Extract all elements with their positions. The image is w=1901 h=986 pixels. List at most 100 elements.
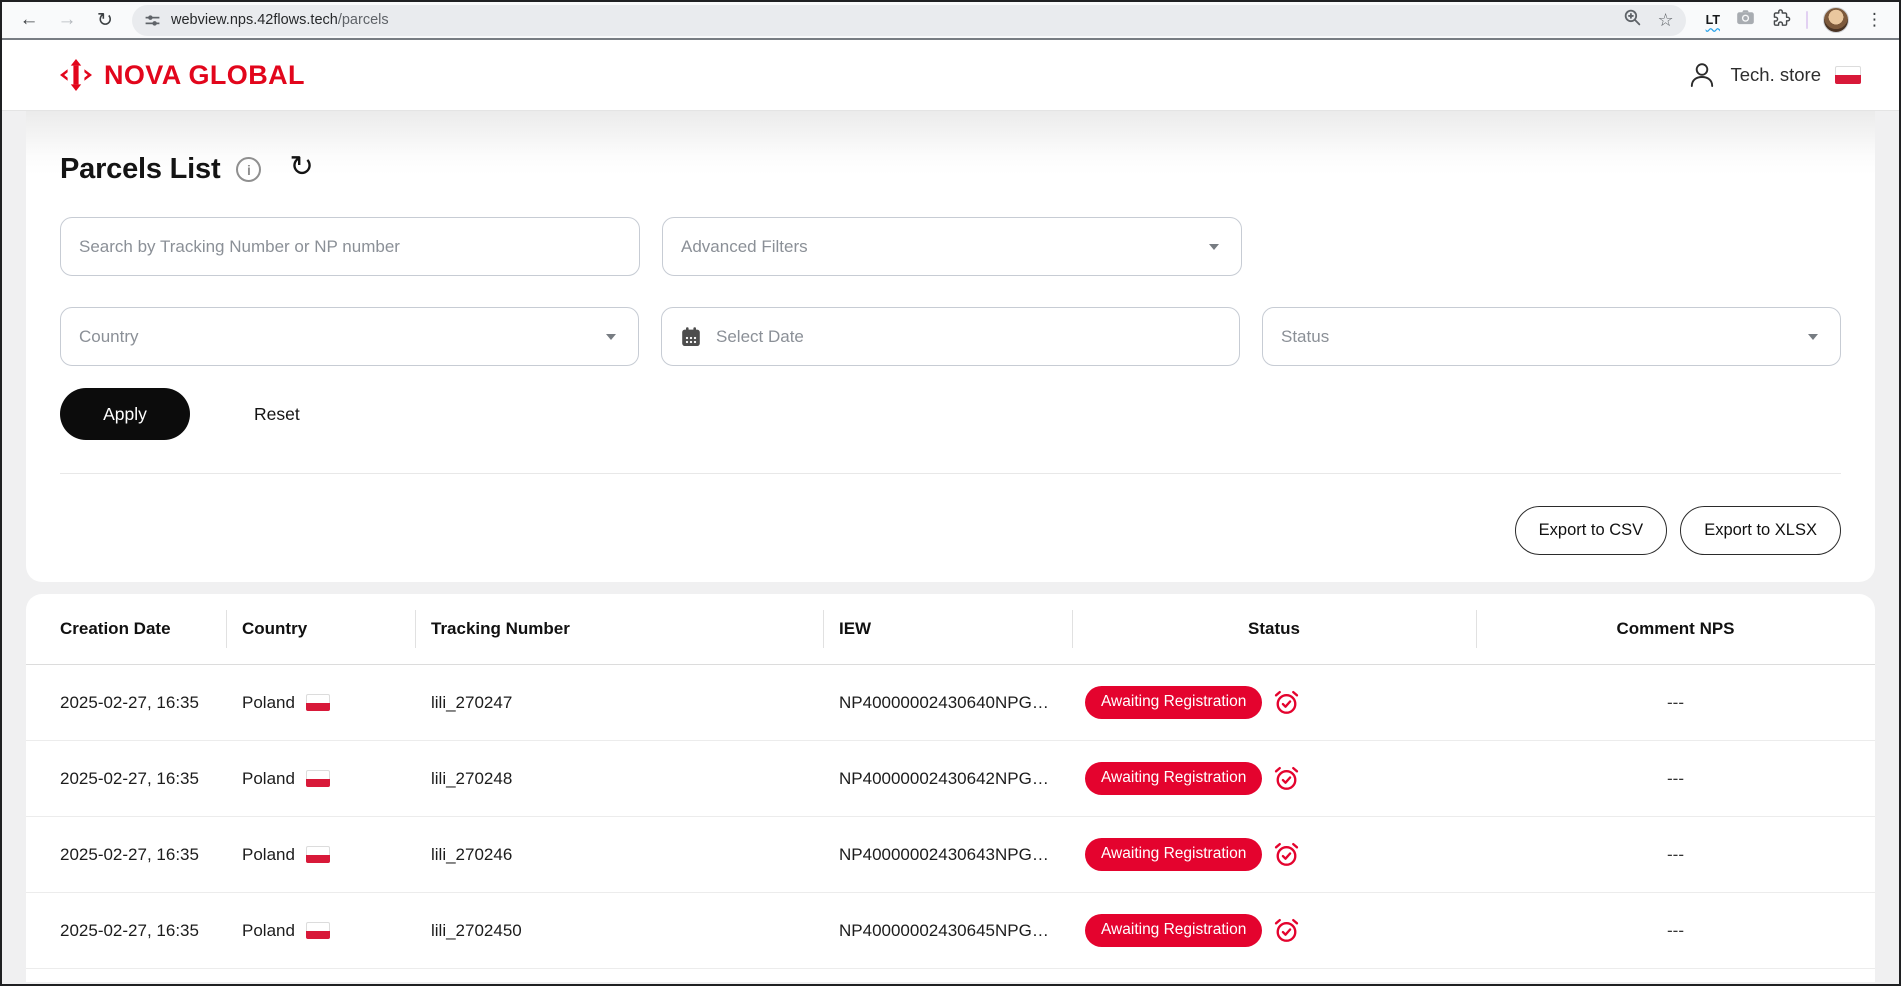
languagetool-extension-icon[interactable]: LT — [1706, 13, 1720, 27]
advanced-filters-label: Advanced Filters — [681, 237, 1209, 257]
comment-nps-cell: --- — [1476, 769, 1875, 789]
divider — [60, 473, 1841, 474]
poland-flag-icon — [306, 694, 330, 711]
search-field[interactable] — [60, 217, 640, 276]
table-row[interactable]: 2025-02-27, 16:35 Poland lili_270247 NP4… — [26, 665, 1875, 741]
country-cell: Poland — [226, 845, 415, 865]
browser-window: ← → ↻ webview.nps.42flows.tech/parcels ☆ — [0, 0, 1901, 986]
col-comment-nps: Comment NPS — [1476, 594, 1875, 664]
iew-cell: NP40000002430643NPG… — [823, 845, 1072, 865]
brand-logo[interactable]: NOVA GLOBAL — [58, 58, 305, 92]
url-text[interactable]: webview.nps.42flows.tech/parcels — [171, 12, 1613, 28]
apply-button[interactable]: Apply — [60, 388, 190, 440]
table-row[interactable]: 2025-02-27, 16:35 Poland lili_2702450 NP… — [26, 893, 1875, 969]
chevron-down-icon — [1209, 244, 1219, 250]
country-cell: Poland — [226, 769, 415, 789]
col-country: Country — [226, 594, 415, 664]
extensions-cluster: LT ⋮ — [1696, 7, 1889, 33]
reset-button[interactable]: Reset — [254, 404, 300, 425]
comment-nps-cell: --- — [1476, 693, 1875, 713]
zoom-icon[interactable] — [1623, 8, 1642, 32]
alarm-check-icon[interactable] — [1273, 841, 1300, 868]
account-name: Tech. store — [1731, 64, 1822, 86]
alarm-check-icon[interactable] — [1273, 917, 1300, 944]
tracking-number-cell: lili_2702450 — [415, 921, 823, 941]
chevron-down-icon — [606, 334, 616, 340]
calendar-icon — [680, 326, 702, 348]
creation-date-cell: 2025-02-27, 16:35 — [26, 769, 226, 789]
status-badge: Awaiting Registration — [1085, 686, 1262, 719]
user-icon — [1687, 60, 1717, 90]
tracking-number-cell: lili_270246 — [415, 845, 823, 865]
browser-toolbar: ← → ↻ webview.nps.42flows.tech/parcels ☆ — [2, 2, 1899, 40]
profile-avatar[interactable] — [1823, 7, 1849, 33]
poland-flag-icon[interactable] — [1835, 66, 1861, 84]
creation-date-cell: 2025-02-27, 16:35 — [26, 693, 226, 713]
bookmark-star-icon[interactable]: ☆ — [1658, 11, 1674, 29]
comment-nps-cell: --- — [1476, 921, 1875, 941]
country-cell: Poland — [226, 693, 415, 713]
account-area[interactable]: Tech. store — [1687, 60, 1862, 90]
date-picker-field[interactable]: Select Date — [661, 307, 1240, 366]
iew-cell: NP40000002430645NPG… — [823, 921, 1072, 941]
extensions-puzzle-icon[interactable] — [1771, 8, 1791, 33]
col-iew: IEW — [823, 594, 1072, 664]
status-label: Status — [1281, 327, 1808, 347]
status-cell: Awaiting Registration — [1072, 686, 1476, 719]
iew-cell: NP40000002430642NPG… — [823, 769, 1072, 789]
export-row: Export to CSV Export to XLSX — [60, 506, 1841, 555]
col-creation-date: Creation Date — [26, 594, 226, 664]
refresh-icon[interactable]: ↻ — [289, 153, 313, 182]
col-tracking-number: Tracking Number — [415, 594, 823, 664]
country-name: Poland — [242, 693, 295, 713]
table-row[interactable]: 2025-02-27, 16:35 Poland lili_270248 NP4… — [26, 741, 1875, 817]
tracking-number-cell: lili_270248 — [415, 769, 823, 789]
poland-flag-icon — [306, 846, 330, 863]
title-row: Parcels List i ↻ — [60, 153, 1841, 186]
site-settings-icon[interactable] — [144, 12, 161, 29]
date-label: Select Date — [716, 327, 1221, 347]
export-xlsx-button[interactable]: Export to XLSX — [1680, 506, 1841, 555]
col-status: Status — [1072, 594, 1476, 664]
status-cell: Awaiting Registration — [1072, 914, 1476, 947]
nova-global-logo-icon — [58, 58, 94, 92]
info-icon[interactable]: i — [236, 157, 261, 182]
poland-flag-icon — [306, 770, 330, 787]
alarm-check-icon[interactable] — [1273, 765, 1300, 792]
country-cell: Poland — [226, 921, 415, 941]
advanced-filters-select[interactable]: Advanced Filters — [662, 217, 1242, 276]
browser-menu-icon[interactable]: ⋮ — [1864, 10, 1885, 30]
filter-row-2: Country — [60, 307, 1841, 366]
chevron-down-icon — [1808, 334, 1818, 340]
alarm-check-icon[interactable] — [1273, 689, 1300, 716]
app-header: NOVA GLOBAL Tech. store — [2, 40, 1899, 111]
status-badge: Awaiting Registration — [1085, 762, 1262, 795]
status-badge: Awaiting Registration — [1085, 838, 1262, 871]
page-content: Parcels List i ↻ Advanced Filters Countr… — [2, 111, 1899, 982]
reload-button[interactable]: ↻ — [88, 5, 122, 35]
creation-date-cell: 2025-02-27, 16:35 — [26, 921, 226, 941]
status-select[interactable]: Status — [1262, 307, 1841, 366]
poland-flag-icon — [306, 922, 330, 939]
search-input[interactable] — [79, 237, 621, 257]
status-cell: Awaiting Registration — [1072, 762, 1476, 795]
comment-nps-cell: --- — [1476, 845, 1875, 865]
country-label: Country — [79, 327, 606, 347]
table-row[interactable]: 2025-02-27, 16:35 Poland lili_270246 NP4… — [26, 817, 1875, 893]
address-bar[interactable]: webview.nps.42flows.tech/parcels ☆ — [132, 5, 1686, 36]
country-select[interactable]: Country — [60, 307, 639, 366]
iew-cell: NP40000002430640NPG… — [823, 693, 1072, 713]
status-badge: Awaiting Registration — [1085, 914, 1262, 947]
brand-name: NOVA GLOBAL — [104, 60, 305, 91]
country-name: Poland — [242, 769, 295, 789]
parcels-table: Creation Date Country Tracking Number IE… — [26, 594, 1875, 982]
back-button[interactable]: ← — [12, 5, 46, 35]
forward-button[interactable]: → — [50, 5, 84, 35]
url-path: /parcels — [338, 12, 389, 28]
filter-actions: Apply Reset — [60, 388, 1841, 440]
url-domain: webview.nps.42flows.tech — [171, 12, 338, 28]
camera-extension-icon[interactable] — [1735, 7, 1756, 33]
table-header: Creation Date Country Tracking Number IE… — [26, 594, 1875, 665]
toolbar-divider — [1806, 11, 1808, 29]
export-csv-button[interactable]: Export to CSV — [1515, 506, 1668, 555]
